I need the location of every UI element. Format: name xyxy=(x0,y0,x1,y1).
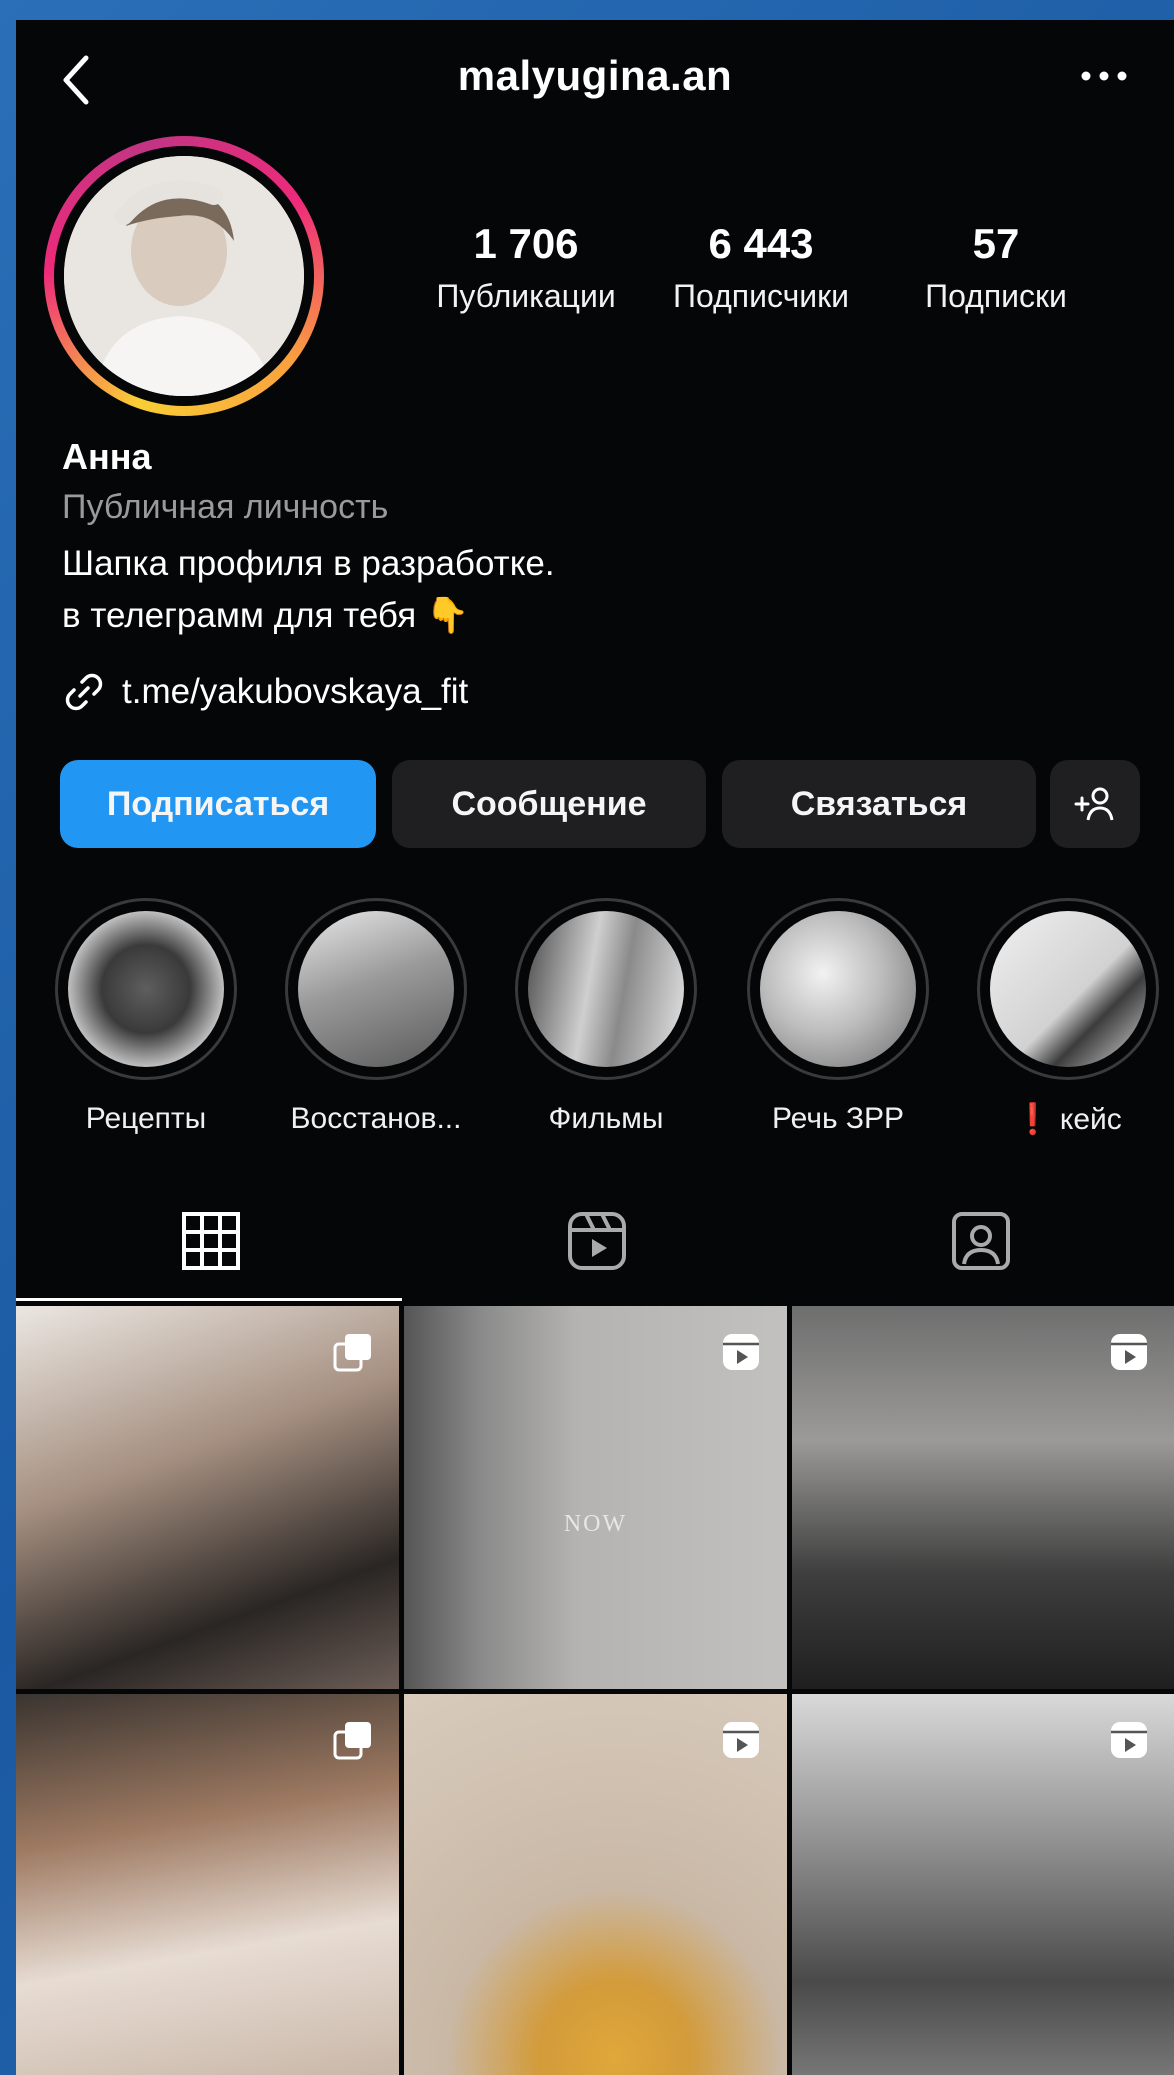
tagged-icon[interactable] xyxy=(946,1206,1016,1276)
profile-name: Анна xyxy=(62,436,152,477)
highlight-ring xyxy=(747,898,929,1080)
story-ring[interactable] xyxy=(44,136,324,416)
photo-frame-background: malyugina.an 1 706 Публикации 6 443 Подп… xyxy=(0,0,1174,2075)
profile-category: Публичная личность xyxy=(62,488,389,526)
highlight-cover xyxy=(528,911,684,1067)
active-tab-indicator xyxy=(16,1298,402,1301)
highlight-label: Рецепты xyxy=(85,1102,207,1135)
highlight-label: Речь ЗРР xyxy=(771,1102,905,1135)
posts-count[interactable]: 1 706 Публикации xyxy=(436,220,616,315)
following-count[interactable]: 57 Подписки xyxy=(896,220,1096,315)
highlight-ring xyxy=(515,898,697,1080)
profile-username: malyugina.an xyxy=(457,52,733,99)
link-text[interactable]: t.me/yakubovskaya_fit xyxy=(122,672,468,712)
grid-post[interactable] xyxy=(16,1694,399,2075)
profile-screen: malyugina.an 1 706 Публикации 6 443 Подп… xyxy=(16,20,1174,2075)
follow-button[interactable]: Подписаться xyxy=(60,760,376,848)
reel-icon xyxy=(1111,1722,1147,1758)
highlight-ring xyxy=(55,898,237,1080)
highlight-cover xyxy=(298,911,454,1067)
grid-post[interactable] xyxy=(792,1306,1174,1689)
bio-line: Шапка профиля в разработке. xyxy=(62,544,555,583)
highlight-label: Восстанов... xyxy=(290,1102,462,1135)
message-button[interactable]: Сообщение xyxy=(392,760,706,848)
grid-post[interactable]: NOW xyxy=(404,1306,787,1689)
profile-bio: Шапка профиля в разработке. в телеграмм … xyxy=(62,538,555,642)
highlight-speech[interactable]: Речь ЗРР xyxy=(746,898,930,1136)
reel-icon xyxy=(723,1334,759,1370)
add-user-button[interactable] xyxy=(1050,760,1140,848)
followers-count[interactable]: 6 443 Подписчики xyxy=(656,220,866,315)
reel-icon xyxy=(1111,1334,1147,1370)
grid-post[interactable] xyxy=(16,1306,399,1689)
highlight-ring xyxy=(977,898,1159,1080)
carousel-icon xyxy=(333,1722,371,1760)
grid-post[interactable] xyxy=(404,1694,787,2075)
grid-icon[interactable] xyxy=(176,1206,246,1276)
reel-icon xyxy=(723,1722,759,1758)
more-options-icon[interactable] xyxy=(1074,56,1134,96)
grid-post[interactable] xyxy=(792,1694,1174,2075)
highlight-ring xyxy=(285,898,467,1080)
add-person-icon xyxy=(1074,787,1114,821)
highlight-cover xyxy=(68,911,224,1067)
highlight-films[interactable]: Фильмы xyxy=(514,898,698,1136)
post-caption: NOW xyxy=(563,1511,628,1537)
profile-link[interactable]: t.me/yakubovskaya_fit xyxy=(62,670,468,714)
highlight-cover xyxy=(990,911,1146,1067)
highlight-cover xyxy=(760,911,916,1067)
link-icon xyxy=(65,673,103,711)
profile-avatar[interactable] xyxy=(64,156,304,396)
highlight-recovery[interactable]: Восстанов... xyxy=(284,898,468,1136)
highlight-case[interactable]: ❗ кейс xyxy=(976,898,1160,1137)
reels-icon[interactable] xyxy=(562,1206,632,1276)
contact-button[interactable]: Связаться xyxy=(722,760,1036,848)
highlight-label: ❗ кейс xyxy=(1014,1103,1122,1136)
highlight-label: Фильмы xyxy=(548,1102,664,1135)
highlight-recipes[interactable]: Рецепты xyxy=(54,898,238,1136)
carousel-icon xyxy=(333,1334,371,1372)
bio-line: в телеграмм для тебя 👇 xyxy=(62,596,470,635)
